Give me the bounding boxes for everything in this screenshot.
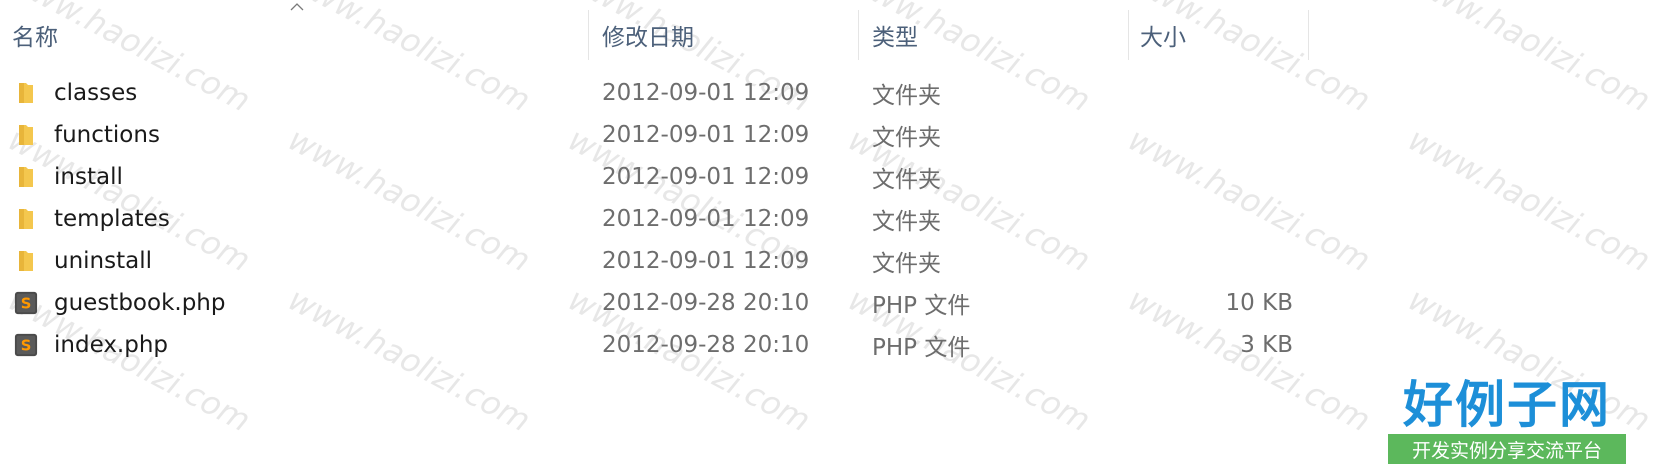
sublime-file-icon: S (14, 290, 38, 316)
file-size (1140, 240, 1293, 282)
file-row[interactable]: install 2012-09-01 12:09 文件夹 (0, 156, 1310, 198)
haolizi-logo: 好例子网 开发实例分享交流平台 (1388, 372, 1626, 470)
name-cell: uninstall (14, 240, 152, 282)
modified-date: 2012-09-28 20:10 (602, 332, 810, 358)
modified-date: 2012-09-01 12:09 (602, 248, 810, 274)
folder-icon (14, 122, 38, 148)
folder-icon (14, 206, 38, 232)
name-cell: S index.php (14, 324, 168, 366)
file-name: index.php (54, 332, 169, 358)
modified-date: 2012-09-28 20:10 (602, 290, 810, 316)
column-divider[interactable] (588, 10, 589, 60)
watermark-text: www.haolizi.com (1402, 0, 1657, 120)
column-divider[interactable] (1308, 10, 1309, 60)
file-type: 文件夹 (872, 83, 941, 109)
column-divider[interactable] (1128, 10, 1129, 60)
file-type: 文件夹 (872, 125, 941, 151)
modified-date: 2012-09-01 12:09 (602, 122, 810, 148)
file-row[interactable]: functions 2012-09-01 12:09 文件夹 (0, 114, 1310, 156)
name-cell: functions (14, 114, 160, 156)
name-cell: templates (14, 198, 170, 240)
logo-subtitle: 开发实例分享交流平台 (1388, 434, 1626, 464)
file-size (1140, 198, 1293, 240)
modified-date: 2012-09-01 12:09 (602, 206, 810, 232)
file-name: install (54, 164, 123, 190)
column-header-name[interactable]: 名称 (12, 10, 572, 60)
file-type: 文件夹 (872, 251, 941, 277)
svg-text:S: S (21, 338, 32, 355)
folder-icon (14, 80, 38, 106)
name-cell: classes (14, 72, 137, 114)
file-row[interactable]: classes 2012-09-01 12:09 文件夹 (0, 72, 1310, 114)
modified-date: 2012-09-01 12:09 (602, 80, 810, 106)
file-name: functions (54, 122, 160, 148)
watermark-text: www.haolizi.com (1402, 120, 1657, 280)
file-row[interactable]: templates 2012-09-01 12:09 文件夹 (0, 198, 1310, 240)
file-size: 10 KB (1225, 290, 1293, 316)
file-name: templates (54, 206, 170, 232)
file-type: 文件夹 (872, 209, 941, 235)
svg-text:S: S (21, 296, 32, 313)
column-header-size-label: 大小 (1140, 25, 1186, 51)
column-header-type[interactable]: 类型 (872, 10, 1122, 60)
column-header-modified-label: 修改日期 (602, 25, 694, 51)
column-header-size[interactable]: 大小 (1140, 10, 1300, 60)
column-divider[interactable] (858, 10, 859, 60)
column-header-name-label: 名称 (12, 25, 58, 51)
file-row[interactable]: S guestbook.php 2012-09-28 20:10 PHP 文件 … (0, 282, 1310, 324)
file-row[interactable]: S index.php 2012-09-28 20:10 PHP 文件 3 KB (0, 324, 1310, 366)
file-explorer: www.haolizi.com www.haolizi.com www.haoliz… (0, 0, 1670, 474)
name-cell: S guestbook.php (14, 282, 225, 324)
name-cell: install (14, 156, 123, 198)
logo-title: 好例子网 (1403, 376, 1611, 434)
file-name: classes (54, 80, 138, 106)
file-name: guestbook.php (54, 290, 226, 316)
column-header-type-label: 类型 (872, 25, 918, 51)
folder-icon (14, 248, 38, 274)
file-size (1140, 114, 1293, 156)
modified-date: 2012-09-01 12:09 (602, 164, 810, 190)
sublime-file-icon: S (14, 332, 38, 358)
file-row[interactable]: uninstall 2012-09-01 12:09 文件夹 (0, 240, 1310, 282)
folder-icon (14, 164, 38, 190)
file-size (1140, 72, 1293, 114)
file-size: 3 KB (1240, 332, 1293, 358)
file-name: uninstall (54, 248, 152, 274)
column-header-modified[interactable]: 修改日期 (602, 10, 852, 60)
file-type: 文件夹 (872, 167, 941, 193)
file-type: PHP 文件 (872, 335, 971, 361)
file-type: PHP 文件 (872, 293, 971, 319)
file-size (1140, 156, 1293, 198)
